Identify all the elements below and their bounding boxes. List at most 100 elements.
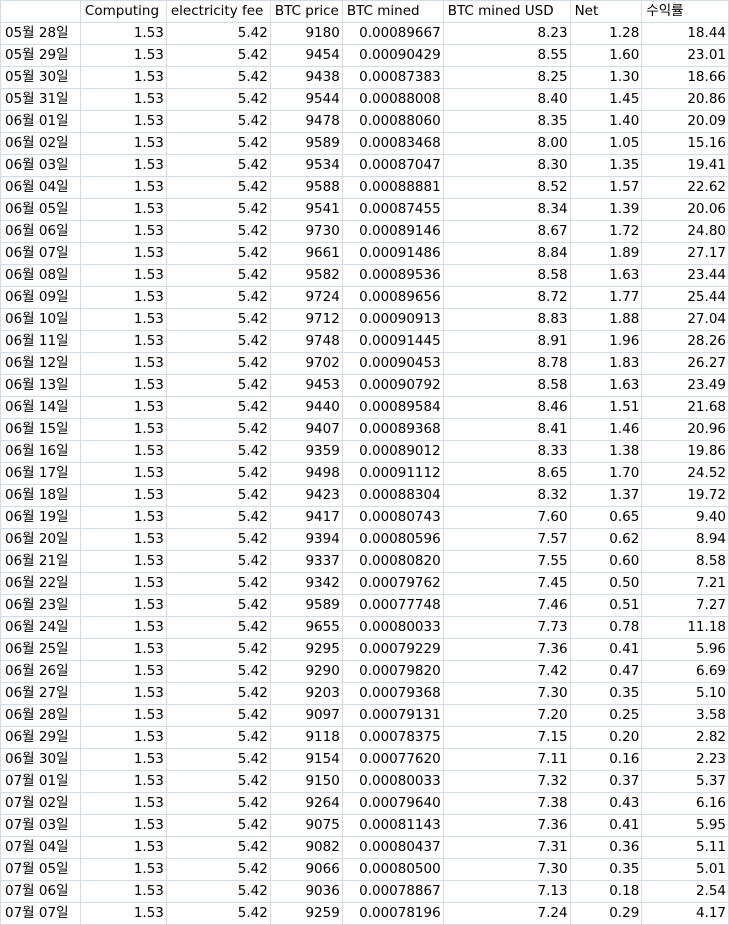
btc-price-cell[interactable]: 9154 [269,748,343,771]
btc-mined-usd-cell[interactable]: 8.58 [442,374,571,397]
date-cell[interactable]: 06월 14일 [0,396,81,419]
btc-price-cell[interactable]: 9295 [269,638,343,661]
btc-price-cell[interactable]: 9150 [269,770,343,793]
net-cell[interactable]: 0.37 [569,770,643,793]
btc-price-cell[interactable]: 9203 [269,682,343,705]
btc-price-cell[interactable]: 9724 [269,286,343,309]
return-rate-cell[interactable]: 20.06 [641,198,729,221]
computing-cell[interactable]: 1.53 [79,682,167,705]
computing-cell[interactable]: 1.53 [79,748,167,771]
return-rate-cell[interactable]: 23.44 [641,264,729,287]
return-rate-cell[interactable]: 20.86 [641,88,729,111]
btc-price-cell[interactable]: 9454 [269,44,343,67]
btc-mined-usd-cell[interactable]: 7.36 [442,638,571,661]
btc-mined-cell[interactable]: 0.00090792 [341,374,444,397]
date-cell[interactable]: 05월 30일 [0,66,81,89]
return-rate-cell[interactable]: 20.09 [641,110,729,133]
date-cell[interactable]: 06월 12일 [0,352,81,375]
btc-mined-usd-cell[interactable]: 7.11 [442,748,571,771]
net-cell[interactable]: 0.47 [569,660,643,683]
btc-mined-cell[interactable]: 0.00088008 [341,88,444,111]
net-cell[interactable]: 0.43 [569,792,643,815]
return-rate-cell[interactable]: 8.58 [641,550,729,573]
btc-mined-cell[interactable]: 0.00091445 [341,330,444,353]
electricity-fee-cell[interactable]: 5.42 [165,22,271,45]
header-cell-computing[interactable]: Computing [79,0,167,23]
btc-mined-cell[interactable]: 0.00079368 [341,682,444,705]
date-cell[interactable]: 07월 03일 [0,814,81,837]
electricity-fee-cell[interactable]: 5.42 [165,726,271,749]
date-cell[interactable]: 06월 27일 [0,682,81,705]
computing-cell[interactable]: 1.53 [79,198,167,221]
electricity-fee-cell[interactable]: 5.42 [165,858,271,881]
btc-mined-cell[interactable]: 0.00079229 [341,638,444,661]
return-rate-cell[interactable]: 24.52 [641,462,729,485]
date-cell[interactable]: 06월 06일 [0,220,81,243]
electricity-fee-cell[interactable]: 5.42 [165,616,271,639]
date-cell[interactable]: 06월 05일 [0,198,81,221]
electricity-fee-cell[interactable]: 5.42 [165,44,271,67]
computing-cell[interactable]: 1.53 [79,528,167,551]
computing-cell[interactable]: 1.53 [79,264,167,287]
net-cell[interactable]: 1.45 [569,88,643,111]
header-cell-btc-mined[interactable]: BTC mined [341,0,444,23]
electricity-fee-cell[interactable]: 5.42 [165,506,271,529]
date-cell[interactable]: 06월 26일 [0,660,81,683]
btc-mined-usd-cell[interactable]: 8.84 [442,242,571,265]
header-cell-btc-price[interactable]: BTC price [269,0,343,23]
btc-price-cell[interactable]: 9582 [269,264,343,287]
btc-mined-cell[interactable]: 0.00080033 [341,616,444,639]
btc-mined-usd-cell[interactable]: 8.35 [442,110,571,133]
btc-mined-cell[interactable]: 0.00089667 [341,22,444,45]
return-rate-cell[interactable]: 6.69 [641,660,729,683]
btc-mined-usd-cell[interactable]: 8.40 [442,88,571,111]
btc-price-cell[interactable]: 9589 [269,594,343,617]
btc-price-cell[interactable]: 9342 [269,572,343,595]
btc-mined-cell[interactable]: 0.00080033 [341,770,444,793]
computing-cell[interactable]: 1.53 [79,814,167,837]
btc-mined-usd-cell[interactable]: 7.30 [442,858,571,881]
btc-mined-usd-cell[interactable]: 8.23 [442,22,571,45]
net-cell[interactable]: 1.83 [569,352,643,375]
btc-mined-cell[interactable]: 0.00089656 [341,286,444,309]
btc-mined-usd-cell[interactable]: 8.25 [442,66,571,89]
btc-mined-usd-cell[interactable]: 8.46 [442,396,571,419]
net-cell[interactable]: 1.89 [569,242,643,265]
computing-cell[interactable]: 1.53 [79,132,167,155]
btc-price-cell[interactable]: 9589 [269,132,343,155]
date-cell[interactable]: 06월 15일 [0,418,81,441]
header-cell-date[interactable] [0,0,81,23]
computing-cell[interactable]: 1.53 [79,902,167,925]
date-cell[interactable]: 07월 06일 [0,880,81,903]
electricity-fee-cell[interactable]: 5.42 [165,770,271,793]
computing-cell[interactable]: 1.53 [79,726,167,749]
btc-price-cell[interactable]: 9712 [269,308,343,331]
btc-mined-cell[interactable]: 0.00083468 [341,132,444,155]
btc-mined-usd-cell[interactable]: 8.72 [442,286,571,309]
electricity-fee-cell[interactable]: 5.42 [165,198,271,221]
btc-mined-cell[interactable]: 0.00088881 [341,176,444,199]
return-rate-cell[interactable]: 24.80 [641,220,729,243]
btc-price-cell[interactable]: 9438 [269,66,343,89]
date-cell[interactable]: 06월 10일 [0,308,81,331]
electricity-fee-cell[interactable]: 5.42 [165,88,271,111]
btc-mined-cell[interactable]: 0.00087047 [341,154,444,177]
electricity-fee-cell[interactable]: 5.42 [165,264,271,287]
btc-price-cell[interactable]: 9417 [269,506,343,529]
date-cell[interactable]: 06월 16일 [0,440,81,463]
computing-cell[interactable]: 1.53 [79,572,167,595]
return-rate-cell[interactable]: 2.54 [641,880,729,903]
btc-price-cell[interactable]: 9534 [269,154,343,177]
btc-mined-cell[interactable]: 0.00078196 [341,902,444,925]
net-cell[interactable]: 0.41 [569,638,643,661]
computing-cell[interactable]: 1.53 [79,550,167,573]
return-rate-cell[interactable]: 22.62 [641,176,729,199]
net-cell[interactable]: 1.96 [569,330,643,353]
btc-mined-usd-cell[interactable]: 8.52 [442,176,571,199]
net-cell[interactable]: 0.35 [569,858,643,881]
btc-mined-cell[interactable]: 0.00089146 [341,220,444,243]
btc-mined-usd-cell[interactable]: 7.36 [442,814,571,837]
net-cell[interactable]: 0.29 [569,902,643,925]
btc-price-cell[interactable]: 9453 [269,374,343,397]
date-cell[interactable]: 06월 25일 [0,638,81,661]
